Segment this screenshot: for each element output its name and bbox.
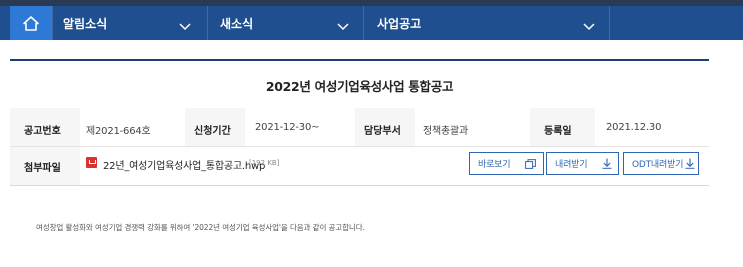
chevron-down-icon	[179, 16, 191, 35]
notice-number-value: 제2021-664호	[86, 126, 151, 137]
attachment-file-size: [192 KB]	[249, 159, 280, 167]
menu-label: 알림소식	[63, 16, 108, 31]
attachment-label: 첨부파일	[24, 163, 61, 174]
notice-body-text: 여성창업 활성화와 여성기업 경쟁력 강화를 위하여 '2022년 여성기업 육…	[36, 223, 365, 232]
chevron-down-icon	[583, 16, 595, 35]
table-bottom-rule	[10, 185, 709, 186]
download-button[interactable]: 내려받기	[546, 152, 619, 175]
registration-date-value: 2021.12.30	[606, 122, 662, 133]
row-divider	[10, 146, 709, 147]
chevron-down-icon	[337, 16, 349, 35]
title-top-rule	[10, 59, 709, 61]
application-period-label: 신청기간	[194, 126, 231, 137]
preview-button[interactable]: 바로보기	[469, 152, 544, 175]
download-button-label: 내려받기	[555, 160, 588, 170]
attachment-file-link[interactable]: 22년_여성기업육성사업_통합공고.hwp	[103, 157, 265, 172]
download-icon	[602, 158, 612, 172]
menu-dropdown-news[interactable]: 새소식	[207, 6, 363, 40]
registration-date-label: 등록일	[544, 126, 572, 137]
top-navigation: 알림소식 새소식 사업공고	[0, 0, 743, 40]
download-icon	[685, 158, 695, 172]
nav-divider	[609, 6, 610, 40]
home-button[interactable]	[10, 6, 52, 40]
menu-label: 새소식	[220, 16, 254, 31]
department-value: 정책총괄과	[423, 126, 468, 137]
preview-button-label: 바로보기	[478, 160, 511, 170]
menu-dropdown-business[interactable]: 사업공고	[363, 6, 609, 40]
odt-download-button-label: ODT내려받기	[632, 160, 684, 170]
menu-dropdown-notice[interactable]: 알림소식	[52, 6, 207, 40]
odt-download-button[interactable]: ODT내려받기	[623, 152, 699, 175]
menu-label: 사업공고	[377, 16, 422, 31]
notice-number-label: 공고번호	[24, 126, 61, 137]
application-period-value: 2021-12-30~	[255, 122, 320, 133]
department-label: 담당부서	[364, 126, 401, 137]
window-icon	[525, 159, 536, 172]
page-title: 2022년 여성기업육성사업 통합공고	[265, 79, 454, 94]
hwp-file-icon	[86, 157, 97, 168]
home-icon	[23, 15, 39, 31]
